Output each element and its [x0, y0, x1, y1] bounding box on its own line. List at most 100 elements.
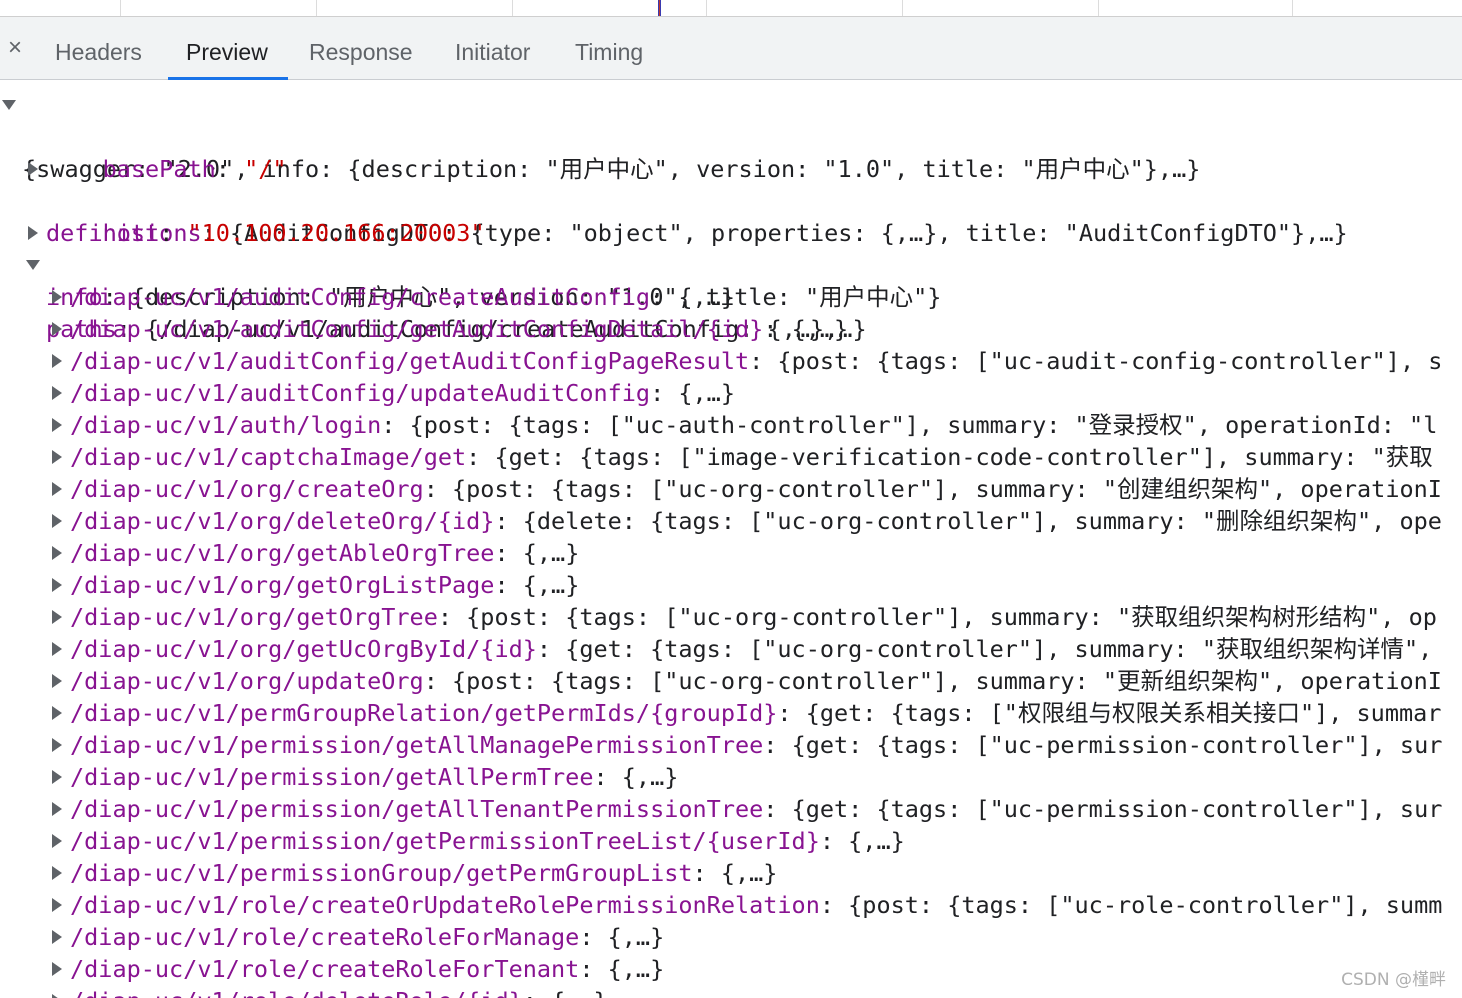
tree-row-root[interactable]: {swagger: "2.0", info: {description: "用户…: [0, 89, 1200, 183]
path-key: /diap-uc/v1/org/updateOrg: [70, 667, 424, 695]
expand-arrow-icon[interactable]: [52, 514, 62, 528]
tab-headers[interactable]: Headers: [55, 17, 142, 79]
network-waterfall-strip: [0, 0, 1462, 17]
tree-row-definitions[interactable]: definitions: {AuditConfigDTO: {type: "ob…: [0, 153, 1348, 247]
path-key: /diap-uc/v1/auditConfig/updateAuditConfi…: [70, 379, 651, 407]
property-value: "/": [244, 155, 287, 183]
tree-row-host: host: "10.100.20.166:20003": [102, 219, 485, 247]
path-value: {post: {tags: ["uc-auth-controller"], su…: [409, 411, 1438, 439]
waterfall-gridline: [1292, 0, 1293, 16]
expand-arrow-icon[interactable]: [52, 610, 62, 624]
property-key: basePath: [102, 155, 216, 183]
waterfall-gridline: [902, 0, 903, 16]
waterfall-gridline: [706, 0, 707, 16]
expand-arrow-icon[interactable]: [52, 418, 62, 432]
path-key: /diap-uc/v1/role/deleteRole/{id}: [70, 987, 523, 998]
path-value: {,…}: [551, 987, 608, 998]
path-key: /diap-uc/v1/auditConfig/getAuditConfigDe…: [70, 315, 764, 343]
expand-arrow-icon[interactable]: [52, 770, 62, 784]
expand-arrow-icon[interactable]: [52, 866, 62, 880]
tree-row-info[interactable]: info: {description: "用户中心", version: "1.…: [0, 217, 941, 311]
path-key: /diap-uc/v1/auditConfig/getAuditConfigPa…: [70, 347, 750, 375]
expand-arrow-icon[interactable]: [52, 994, 62, 998]
expand-arrow-icon[interactable]: [52, 898, 62, 912]
path-value: {get: {tags: ["权限组与权限关系相关接口"], summar: [805, 699, 1442, 727]
path-value: {,…}: [621, 763, 679, 791]
path-value: {get: {tags: ["image-verification-code-c…: [494, 443, 1433, 471]
expand-arrow-icon[interactable]: [28, 162, 38, 176]
tab-initiator[interactable]: Initiator: [455, 17, 530, 79]
close-icon[interactable]: ×: [4, 36, 26, 60]
expand-arrow-icon[interactable]: [52, 962, 62, 976]
expand-arrow-icon[interactable]: [52, 482, 62, 496]
property-value: "10.100.20.166:20003": [187, 219, 485, 247]
path-key: /diap-uc/v1/org/getOrgListPage: [70, 571, 495, 599]
tab-timing[interactable]: Timing: [575, 17, 643, 79]
path-key: /diap-uc/v1/permission/getAllManagePermi…: [70, 731, 764, 759]
path-value: {,…}: [607, 923, 665, 951]
path-value: {,…}: [607, 955, 665, 983]
path-key: /diap-uc/v1/role/createOrUpdateRolePermi…: [70, 891, 820, 919]
expand-arrow-icon[interactable]: [52, 450, 62, 464]
path-key: /diap-uc/v1/role/createRoleForTenant: [70, 955, 580, 983]
waterfall-gridline: [120, 0, 121, 16]
waterfall-time-marker: [658, 0, 661, 16]
json-preview-panel: {swagger: "2.0", info: {description: "用户…: [0, 80, 1462, 998]
waterfall-gridline: [316, 0, 317, 16]
path-key: /diap-uc/v1/org/createOrg: [70, 475, 424, 503]
expand-arrow-icon[interactable]: [52, 354, 62, 368]
waterfall-gridline: [512, 0, 513, 16]
path-value: {,…}: [848, 827, 905, 855]
request-detail-tabbar: × Headers Preview Response Initiator Tim…: [0, 17, 1462, 80]
path-key: /diap-uc/v1/role/createRoleForManage: [70, 923, 580, 951]
path-key: /diap-uc/v1/org/getUcOrgById/{id}: [70, 635, 537, 663]
path-key: /diap-uc/v1/captchaImage/get: [70, 443, 467, 471]
path-key: /diap-uc/v1/org/getOrgTree: [70, 603, 438, 631]
path-value: {get: {tags: ["uc-org-controller"], summ…: [565, 635, 1433, 663]
tree-row-paths[interactable]: paths: {/diap-uc/v1/auditConfig/createAu…: [0, 249, 867, 343]
tree-row-basepath: basePath: "/": [102, 155, 287, 183]
path-value: {post: {tags: ["uc-role-controller"], su…: [848, 891, 1443, 919]
path-key: /diap-uc/v1/auditConfig/createAuditConfi…: [70, 283, 651, 311]
watermark: CSDN @槿畔: [1341, 970, 1446, 990]
expand-arrow-icon[interactable]: [52, 674, 62, 688]
property-key: host: [102, 219, 160, 247]
expand-arrow-icon[interactable]: [52, 322, 62, 336]
tab-preview[interactable]: Preview: [168, 17, 288, 80]
expand-arrow-icon[interactable]: [52, 546, 62, 560]
expand-arrow-icon[interactable]: [52, 578, 62, 592]
path-value: {get: {tags: ["uc-permission-controller"…: [791, 731, 1443, 759]
expand-arrow-icon[interactable]: [28, 226, 38, 240]
path-key: /diap-uc/v1/permission/getAllTenantPermi…: [70, 795, 764, 823]
collapse-arrow-icon[interactable]: [26, 260, 40, 270]
expand-arrow-icon[interactable]: [52, 706, 62, 720]
path-value: {post: {tags: ["uc-org-controller"], sum…: [452, 667, 1442, 695]
path-key: /diap-uc/v1/permissionGroup/getPermGroup…: [70, 859, 693, 887]
path-key: /diap-uc/v1/org/getAbleOrgTree: [70, 539, 495, 567]
path-value: {,…}: [522, 571, 580, 599]
expand-arrow-icon[interactable]: [52, 290, 62, 304]
expand-arrow-icon[interactable]: [52, 834, 62, 848]
path-value: {post: {tags: ["uc-org-controller"], sum…: [466, 603, 1437, 631]
expand-arrow-icon[interactable]: [52, 930, 62, 944]
expand-arrow-icon[interactable]: [52, 642, 62, 656]
tab-response[interactable]: Response: [309, 17, 413, 79]
path-key: /diap-uc/v1/auth/login: [70, 411, 382, 439]
expand-arrow-icon[interactable]: [52, 386, 62, 400]
path-value: {,…}: [791, 315, 849, 343]
expand-arrow-icon[interactable]: [52, 738, 62, 752]
path-value: {,…}: [720, 859, 778, 887]
waterfall-gridline: [1098, 0, 1099, 16]
path-key: /diap-uc/v1/permGroupRelation/getPermIds…: [70, 699, 778, 727]
path-key: /diap-uc/v1/org/deleteOrg/{id}: [70, 507, 495, 535]
path-value: {,…}: [678, 379, 735, 407]
path-value: {,…}: [678, 283, 735, 311]
path-value: {,…}: [522, 539, 580, 567]
path-key: /diap-uc/v1/permission/getAllPermTree: [70, 763, 594, 791]
path-value: {post: {tags: ["uc-org-controller"], sum…: [452, 475, 1442, 503]
path-key: /diap-uc/v1/permission/getPermissionTree…: [70, 827, 820, 855]
expand-arrow-icon[interactable]: [52, 802, 62, 816]
path-value: {get: {tags: ["uc-permission-controller"…: [791, 795, 1443, 823]
collapse-arrow-icon[interactable]: [2, 100, 16, 110]
path-value: {post: {tags: ["uc-audit-config-controll…: [777, 347, 1443, 375]
